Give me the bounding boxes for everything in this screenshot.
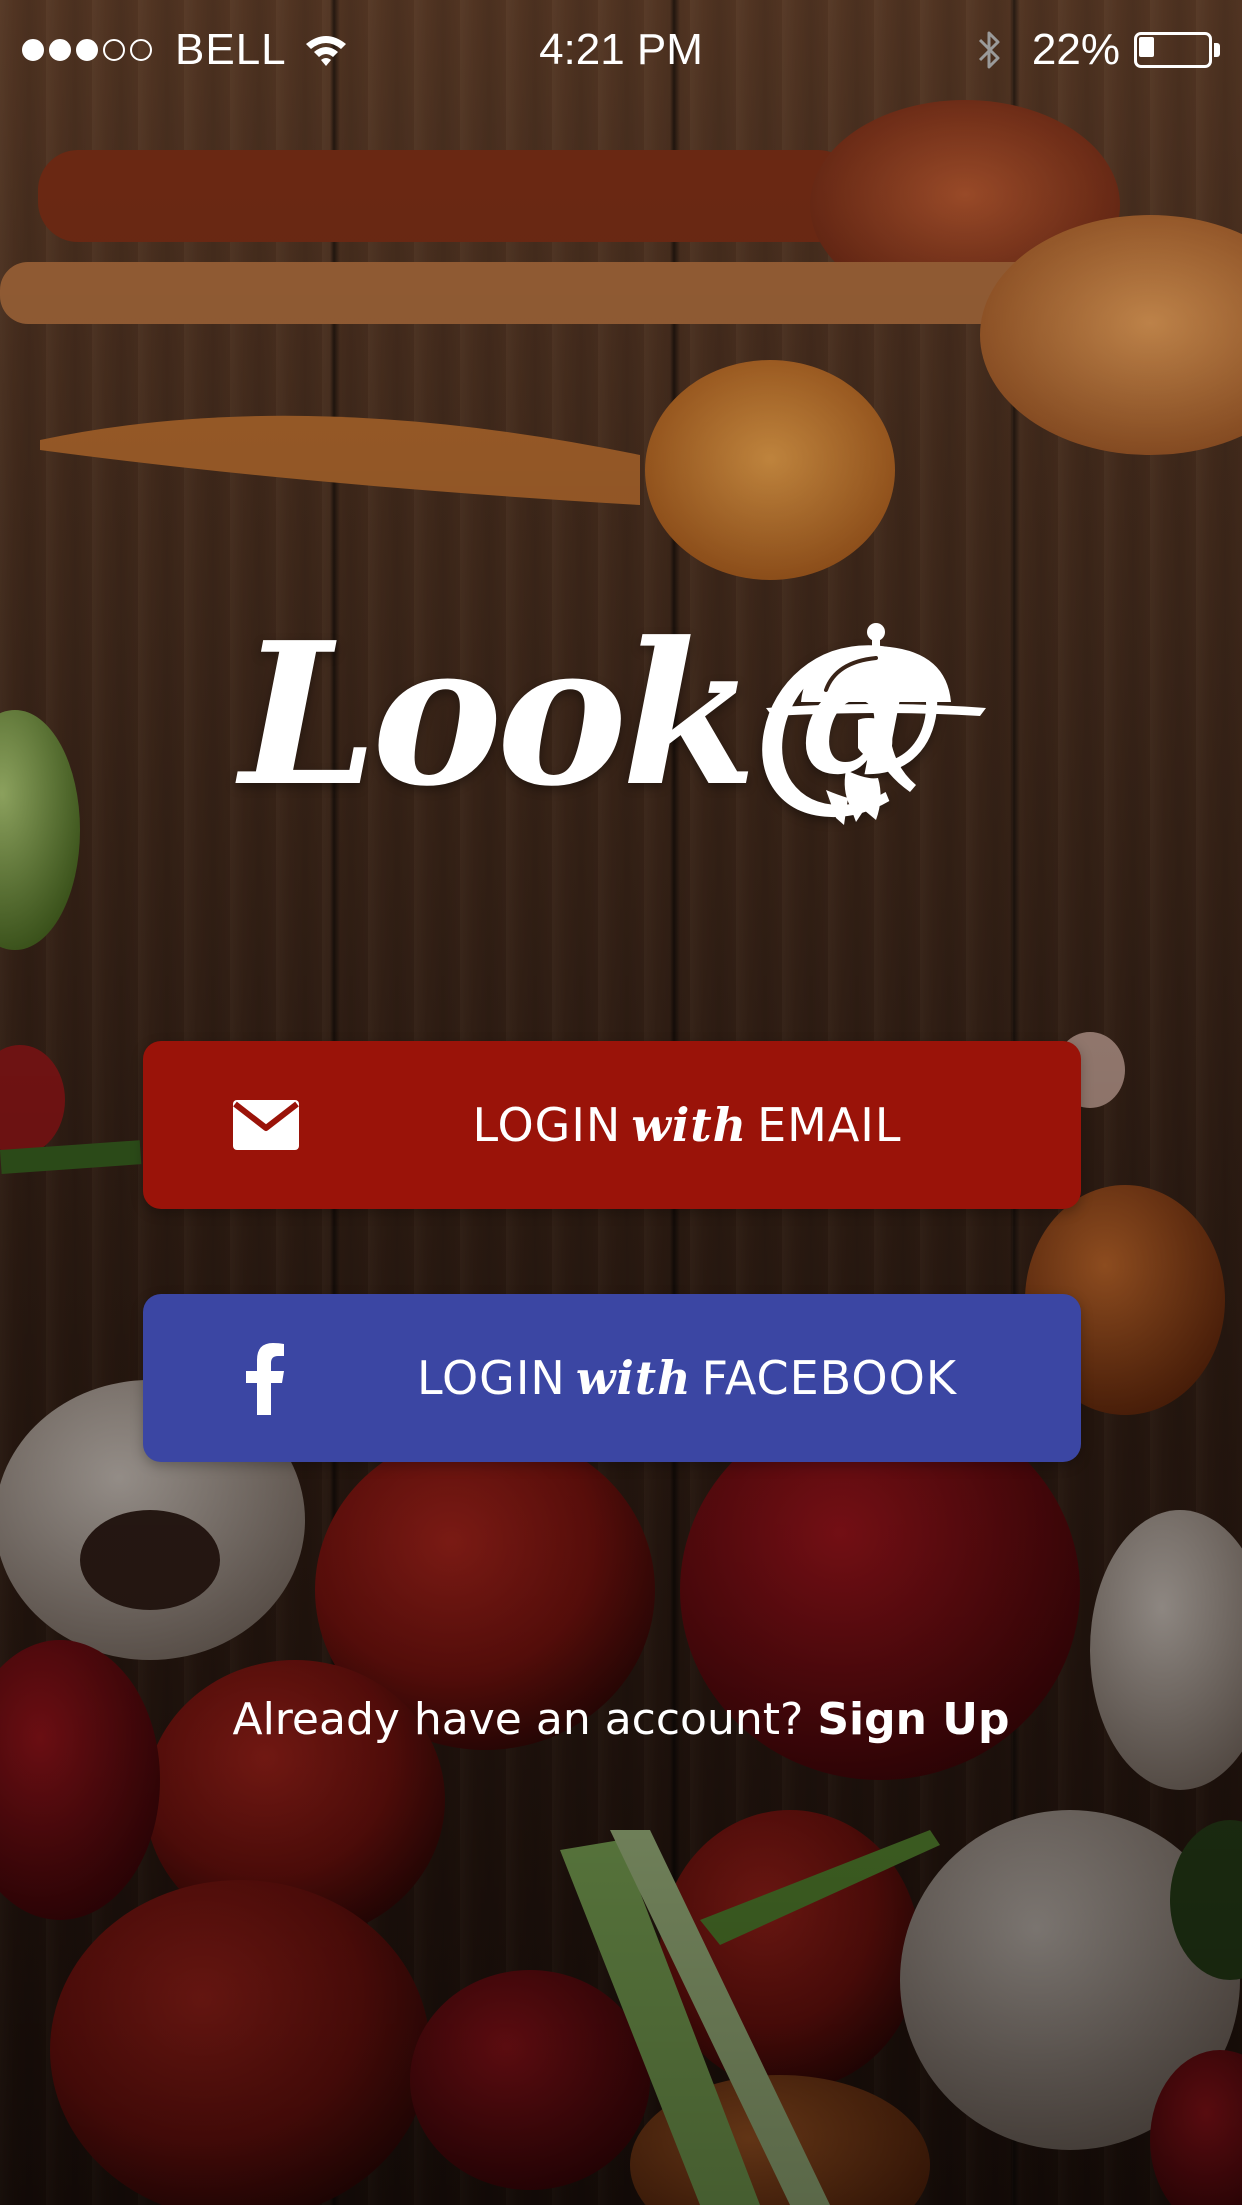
battery-percentage: 22% — [1031, 25, 1120, 74]
login-email-suffix: EMAIL — [757, 1098, 902, 1152]
login-email-label: LOGIN with EMAIL — [293, 1041, 1081, 1209]
signup-row: Already have an account? Sign Up — [0, 1690, 1242, 1750]
status-bar: BELL 4:21 PM 22% — [0, 0, 1242, 100]
status-right: 22% — [974, 22, 1220, 78]
app-logo: Look@ — [240, 600, 1000, 880]
mail-icon — [233, 1100, 299, 1150]
login-facebook-with: with — [575, 1351, 692, 1405]
battery-tip — [1214, 43, 1220, 57]
battery-icon — [1134, 32, 1220, 68]
login-email-button[interactable]: LOGIN with EMAIL — [143, 1041, 1081, 1209]
login-email-with: with — [631, 1098, 748, 1152]
login-facebook-prefix: LOGIN — [416, 1351, 566, 1405]
battery-fill — [1139, 37, 1154, 57]
cloche-waiter-icon — [766, 623, 986, 825]
signup-link[interactable]: Sign Up — [817, 1694, 1009, 1745]
bluetooth-icon — [978, 31, 1000, 69]
login-facebook-label: LOGIN with FACEBOOK — [293, 1294, 1081, 1462]
login-email-prefix: LOGIN — [472, 1098, 622, 1152]
signup-prompt: Already have an account? — [232, 1694, 804, 1745]
facebook-icon — [246, 1343, 284, 1415]
login-facebook-suffix: FACEBOOK — [701, 1351, 957, 1405]
login-facebook-button[interactable]: LOGIN with FACEBOOK — [143, 1294, 1081, 1462]
